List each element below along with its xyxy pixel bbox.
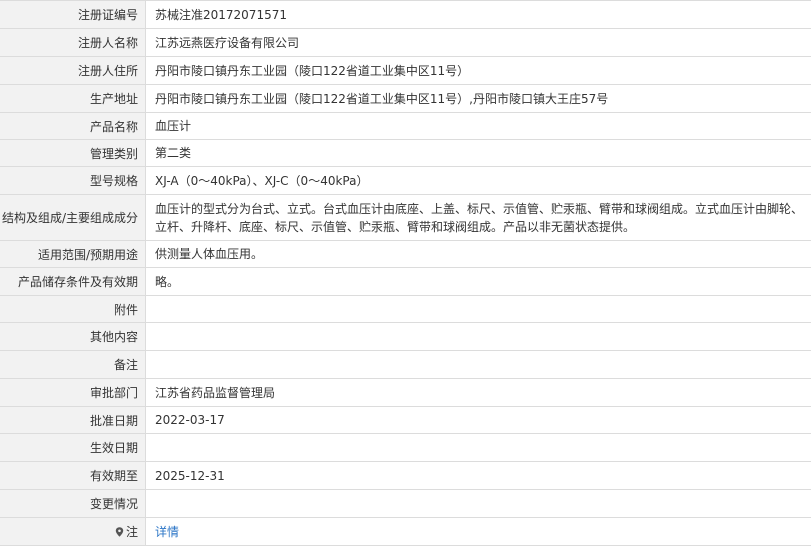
field-label: 产品名称 bbox=[0, 113, 146, 139]
field-value: XJ-A（0～40kPa）、XJ-C（0～40kPa） bbox=[155, 173, 369, 188]
field-label: 备注 bbox=[0, 351, 146, 378]
field-value: 血压计的型式分为台式、立式。台式血压计由底座、上盖、标尺、示值管、贮汞瓶、臂带和… bbox=[146, 195, 811, 240]
row-valid-until: 有效期至 2025-12-31 bbox=[0, 462, 811, 490]
field-label-text: 注 bbox=[125, 525, 138, 539]
field-value: 苏械注准20172071571 bbox=[155, 7, 287, 22]
row-effective-date: 生效日期 bbox=[0, 434, 811, 462]
field-value bbox=[146, 351, 811, 378]
field-label: 附件 bbox=[0, 296, 146, 322]
field-value bbox=[146, 490, 811, 517]
row-approval-date: 批准日期 2022-03-17 bbox=[0, 407, 811, 434]
row-remarks: 备注 bbox=[0, 351, 811, 379]
field-label: 生产地址 bbox=[0, 85, 146, 112]
row-registration-number: 注册证编号 苏械注准20172071571 bbox=[0, 1, 811, 29]
field-value bbox=[146, 323, 811, 350]
field-value: 江苏省药品监督管理局 bbox=[155, 385, 276, 400]
field-value: 第二类 bbox=[155, 146, 192, 160]
row-attachment: 附件 bbox=[0, 296, 811, 323]
row-storage-shelf-life: 产品储存条件及有效期 略。 bbox=[0, 268, 811, 296]
row-change-history: 变更情况 bbox=[0, 490, 811, 518]
field-value: 丹阳市陵口镇丹东工业园（陵口122省道工业集中区11号）,丹阳市陵口镇大王庄57… bbox=[155, 91, 609, 106]
row-other-content: 其他内容 bbox=[0, 323, 811, 351]
row-approval-department: 审批部门 江苏省药品监督管理局 bbox=[0, 379, 811, 407]
details-link[interactable]: 详情 bbox=[155, 523, 179, 541]
row-model-spec: 型号规格 XJ-A（0～40kPa）、XJ-C（0～40kPa） bbox=[0, 167, 811, 195]
field-label: 注 bbox=[0, 518, 146, 545]
row-structure-composition: 结构及组成/主要组成成分 血压计的型式分为台式、立式。台式血压计由底座、上盖、标… bbox=[0, 195, 811, 241]
field-value: 血压计 bbox=[155, 119, 192, 133]
field-value: 2025-12-31 bbox=[155, 468, 225, 483]
field-label: 有效期至 bbox=[0, 462, 146, 489]
row-registrant-name: 注册人名称 江苏远燕医疗设备有限公司 bbox=[0, 29, 811, 57]
registration-record-table: 注册证编号 苏械注准20172071571 注册人名称 江苏远燕医疗设备有限公司… bbox=[0, 0, 811, 546]
field-label: 注册证编号 bbox=[0, 1, 146, 28]
field-label: 批准日期 bbox=[0, 407, 146, 433]
field-value: 供测量人体血压用。 bbox=[155, 247, 264, 261]
field-value: 丹阳市陵口镇丹东工业园（陵口122省道工业集中区11号） bbox=[155, 63, 470, 78]
field-value bbox=[146, 434, 811, 461]
field-label: 注册人名称 bbox=[0, 29, 146, 56]
field-label: 适用范围/预期用途 bbox=[0, 241, 146, 267]
field-label: 其他内容 bbox=[0, 323, 146, 350]
row-intended-use: 适用范围/预期用途 供测量人体血压用。 bbox=[0, 241, 811, 268]
field-value: 略。 bbox=[155, 274, 180, 289]
row-registrant-address: 注册人住所 丹阳市陵口镇丹东工业园（陵口122省道工业集中区11号） bbox=[0, 57, 811, 85]
field-label: 审批部门 bbox=[0, 379, 146, 406]
map-pin-icon bbox=[115, 526, 124, 537]
field-label: 产品储存条件及有效期 bbox=[0, 268, 146, 295]
field-value: 详情 bbox=[146, 518, 811, 545]
field-value: 2022-03-17 bbox=[155, 413, 225, 427]
field-label: 结构及组成/主要组成成分 bbox=[0, 195, 146, 240]
field-label: 型号规格 bbox=[0, 167, 146, 194]
row-product-name: 产品名称 血压计 bbox=[0, 113, 811, 140]
row-production-address: 生产地址 丹阳市陵口镇丹东工业园（陵口122省道工业集中区11号）,丹阳市陵口镇… bbox=[0, 85, 811, 113]
field-value-text: 血压计的型式分为台式、立式。台式血压计由底座、上盖、标尺、示值管、贮汞瓶、臂带和… bbox=[155, 201, 804, 234]
field-label: 变更情况 bbox=[0, 490, 146, 517]
field-label: 管理类别 bbox=[0, 140, 146, 166]
field-value: 江苏远燕医疗设备有限公司 bbox=[155, 35, 300, 50]
field-value bbox=[146, 296, 811, 322]
field-label: 注册人住所 bbox=[0, 57, 146, 84]
row-note: 注 详情 bbox=[0, 518, 811, 546]
row-management-category: 管理类别 第二类 bbox=[0, 140, 811, 167]
field-label: 生效日期 bbox=[0, 434, 146, 461]
